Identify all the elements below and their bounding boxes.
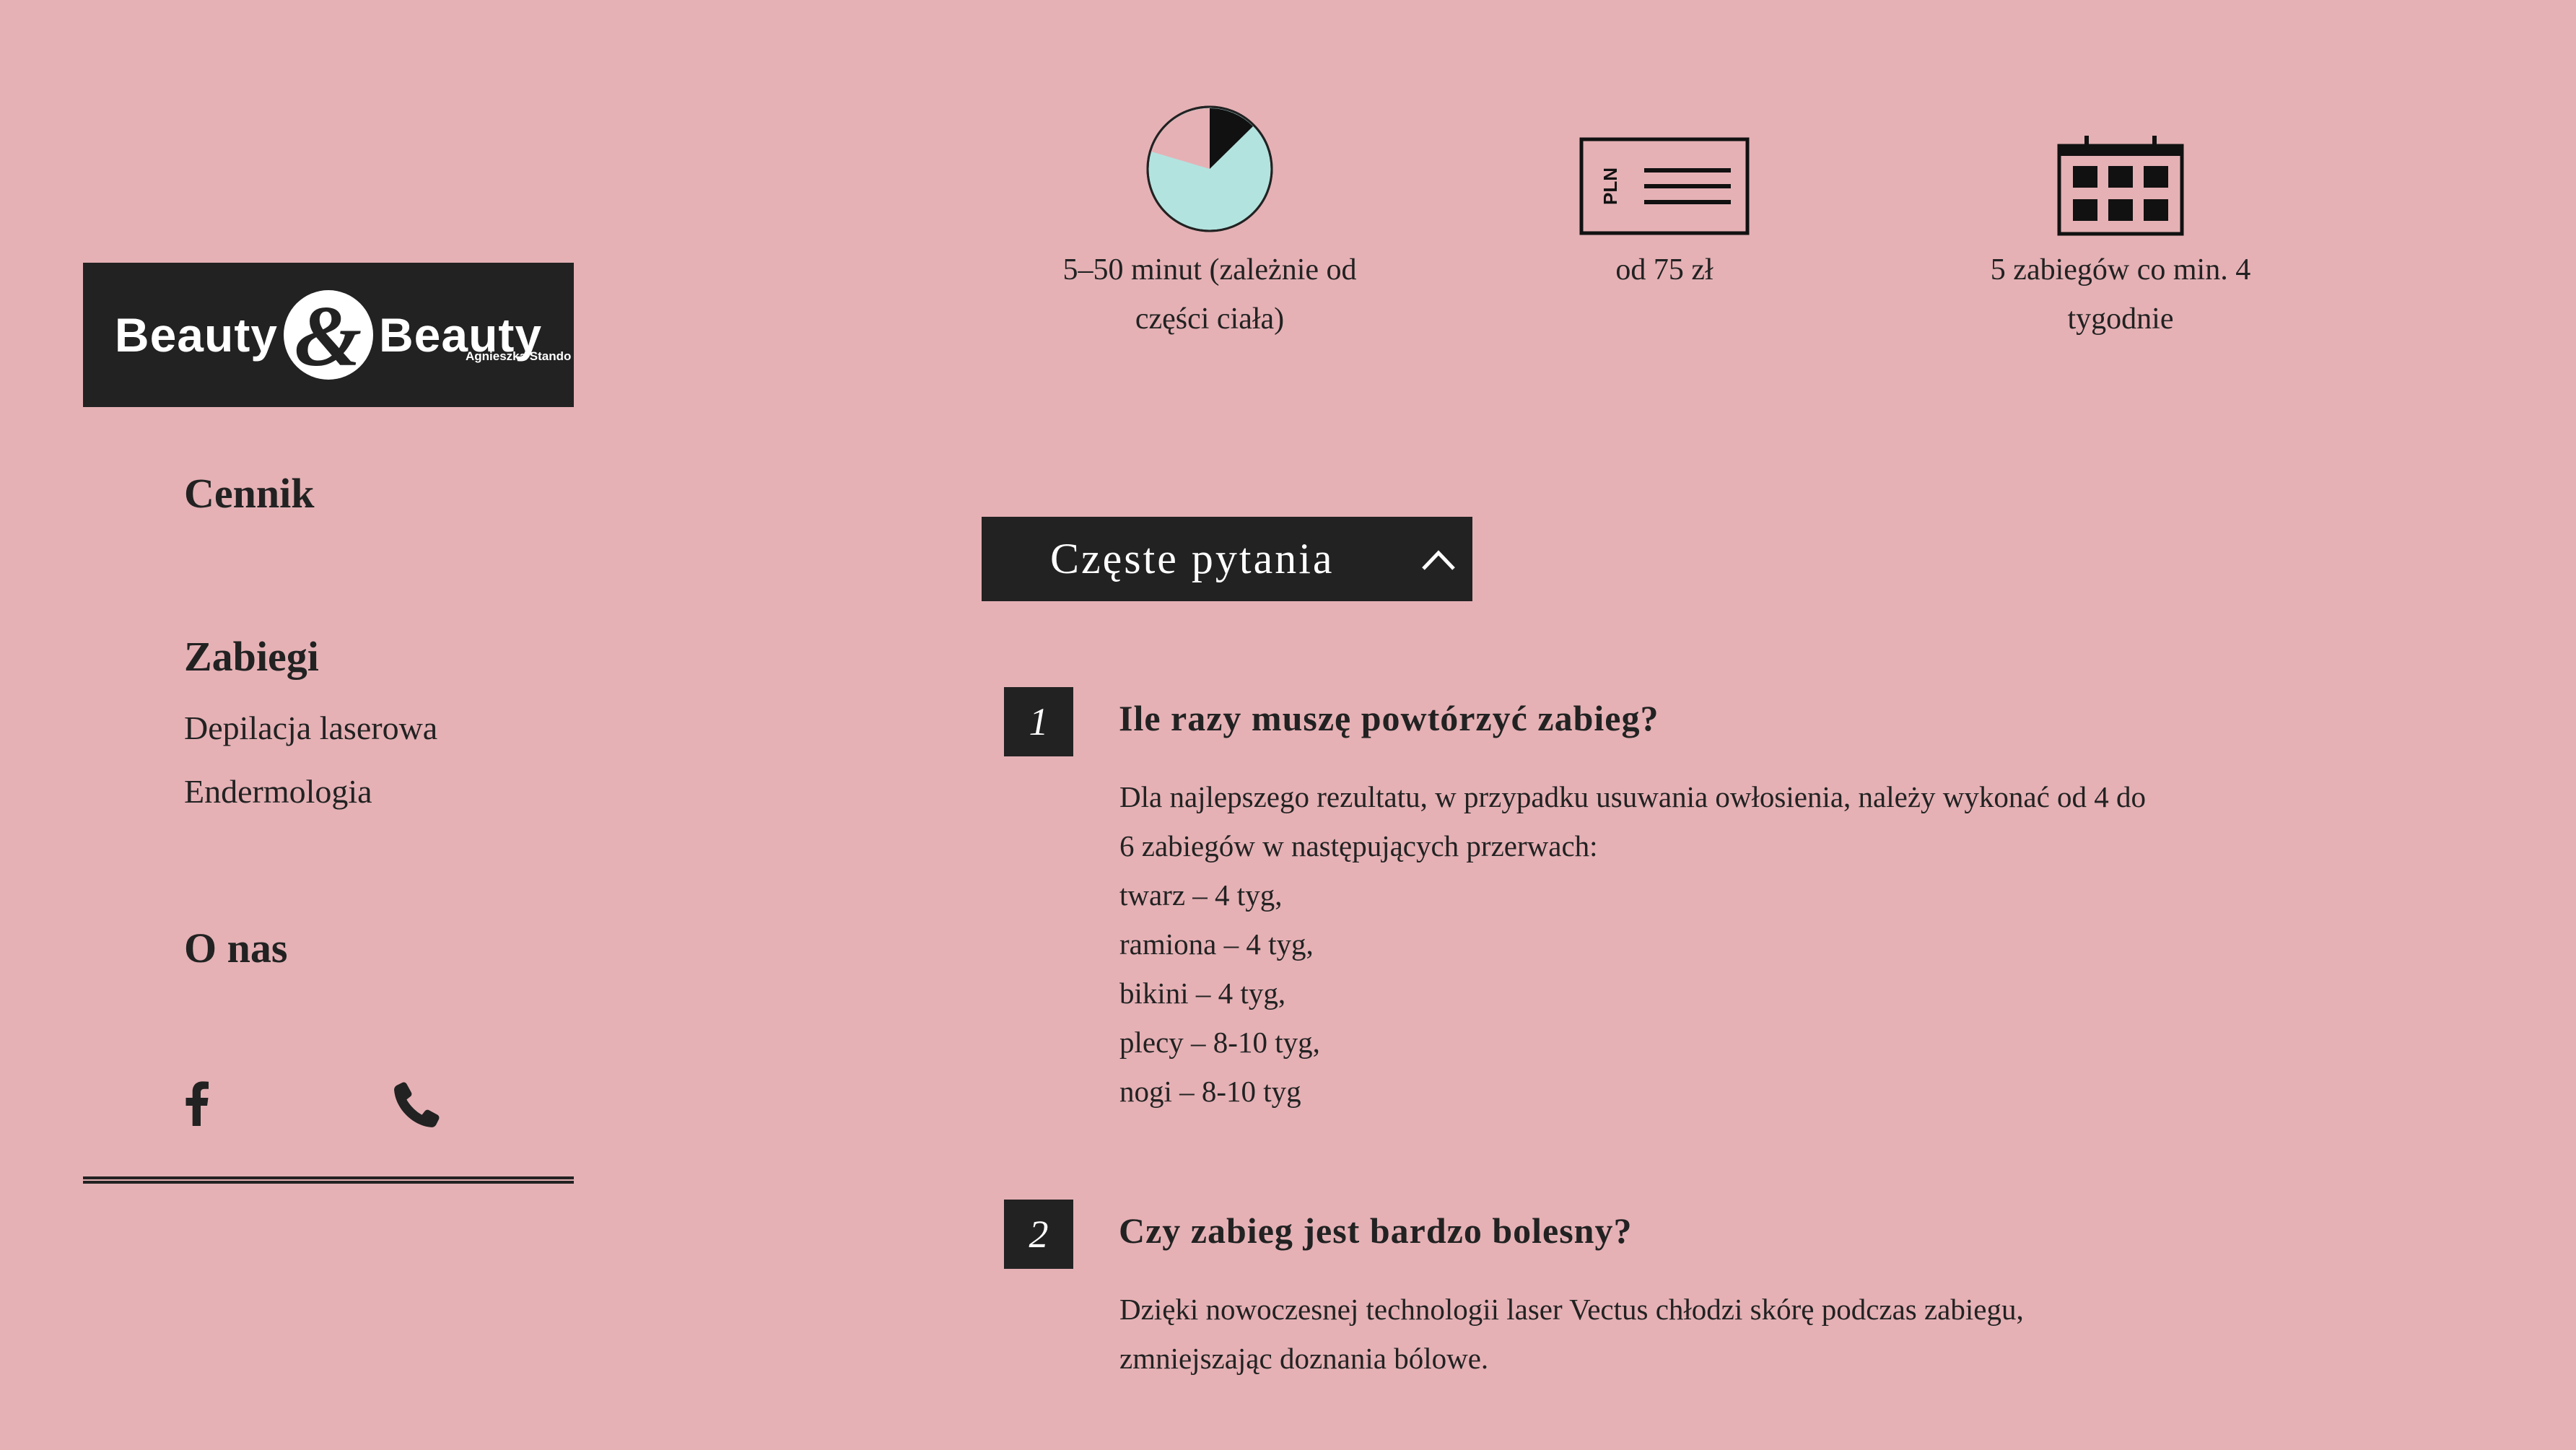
stat-price-line1: od 75 zł	[1615, 253, 1713, 287]
nav-zabiegi[interactable]: Zabiegi	[184, 632, 319, 681]
pln-banknote-icon: PLN	[1579, 137, 1750, 235]
pln-label: PLN	[1599, 167, 1621, 205]
faq-toggle-button[interactable]: Częste pytania	[982, 517, 1472, 601]
question-number-2: 2	[1004, 1200, 1073, 1269]
question-number-1: 1	[1004, 687, 1073, 756]
stat-duration-line1: 5–50 minut (zależnie od	[1062, 253, 1357, 287]
stat-duration-line2: części ciała)	[1135, 302, 1285, 336]
phone-icon[interactable]	[394, 1081, 440, 1127]
answer-1-line: ramiona – 4 tyg,	[1119, 927, 1314, 961]
answer-1-line: bikini – 4 tyg,	[1119, 977, 1286, 1010]
nav-cennik[interactable]: Cennik	[184, 469, 315, 517]
logo[interactable]: Beauty & Beauty Agnieszka Stando	[83, 263, 574, 407]
nav-endermologia[interactable]: Endermologia	[184, 772, 372, 811]
logo-left-word: Beauty	[114, 308, 278, 362]
answer-1-line: Dla najlepszego rezultatu, w przypadku u…	[1119, 780, 2147, 813]
chevron-up-icon	[1420, 541, 1457, 581]
answer-1-line: nogi – 8-10 tyg	[1119, 1075, 1301, 1108]
question-title-1: Ile razy muszę powtórzyć zabieg?	[1119, 698, 1659, 738]
logo-ampersand-emblem: &	[284, 290, 373, 380]
facebook-icon[interactable]	[182, 1080, 211, 1126]
stat-frequency-line2: tygodnie	[2067, 302, 2174, 336]
logo-ampersand: &	[294, 288, 363, 384]
question-title-2: Czy zabieg jest bardzo bolesny?	[1119, 1210, 1633, 1251]
stat-frequency: 5 zabiegów co min. 4 tygodnie	[1918, 245, 2323, 344]
nav-o-nas[interactable]: O nas	[184, 924, 287, 972]
answer-1: Dla najlepszego rezultatu, w przypadku u…	[1119, 772, 2289, 1116]
faq-header-title: Częste pytania	[1050, 535, 1335, 582]
clock-pie-icon	[1145, 104, 1275, 234]
logo-subtitle: Agnieszka Stando	[466, 349, 572, 363]
answer-1-line: plecy – 8-10 tyg,	[1119, 1026, 1320, 1059]
stat-duration: 5–50 minut (zależnie od części ciała)	[1008, 245, 1412, 344]
answer-2: Dzięki nowoczesnej technologii laser Vec…	[1119, 1285, 2289, 1383]
answer-1-line: twarz – 4 tyg,	[1119, 878, 1283, 912]
answer-2-line: zmniejszając doznania bólowe.	[1119, 1342, 1489, 1375]
stat-frequency-line1: 5 zabiegów co min. 4	[1990, 253, 2251, 287]
nav-depilacja-laserowa[interactable]: Depilacja laserowa	[184, 709, 437, 747]
calendar-icon	[2057, 133, 2184, 237]
answer-1-line: 6 zabiegów w następujących przerwach:	[1119, 829, 1598, 862]
stat-price: od 75 zł	[1462, 245, 1866, 294]
answer-2-line: Dzięki nowoczesnej technologii laser Vec…	[1119, 1293, 2024, 1326]
sidebar-divider	[83, 1176, 574, 1184]
